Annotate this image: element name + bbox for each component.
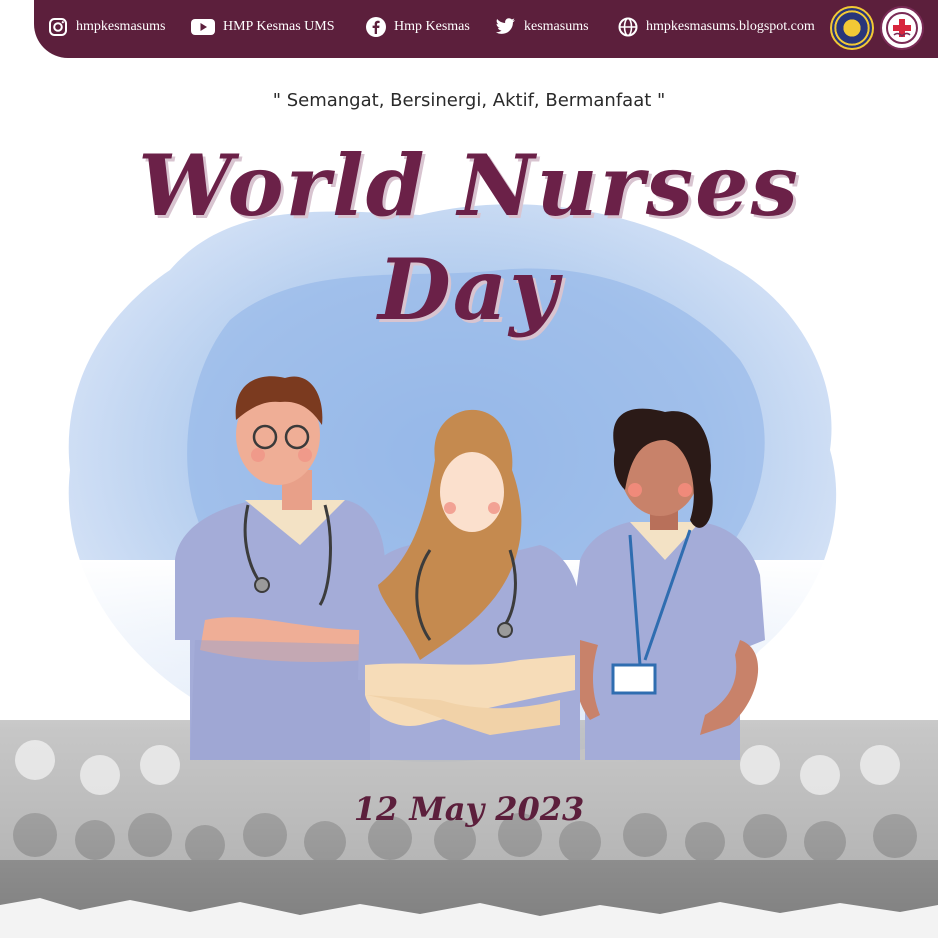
instagram-link[interactable]: hmpkesmasums: [48, 15, 165, 39]
instagram-handle: hmpkesmasums: [76, 19, 166, 34]
globe-icon: [618, 17, 638, 37]
twitter-link[interactable]: kesmasums: [494, 15, 589, 39]
facebook-page: Hmp Kesmas: [394, 19, 470, 34]
instagram-icon: [49, 18, 67, 36]
university-seal-logo: [830, 6, 874, 50]
twitter-icon: [495, 18, 515, 34]
organization-logo: [880, 6, 924, 50]
tagline: " Semangat, Bersinergi, Aktif, Bermanfaa…: [272, 90, 666, 111]
website-url: hmpkesmasums.blogspot.com: [646, 19, 815, 34]
event-date: 12 May 2023: [353, 790, 585, 828]
facebook-icon: [366, 17, 386, 37]
title-line-1: World Nurses: [138, 136, 800, 235]
youtube-channel: HMP Kesmas UMS: [223, 19, 335, 34]
title-line-2: Day: [377, 240, 561, 339]
youtube-link[interactable]: HMP Kesmas UMS: [191, 15, 335, 39]
youtube-icon: [191, 19, 215, 35]
facebook-link[interactable]: Hmp Kesmas: [366, 15, 470, 39]
website-link[interactable]: hmpkesmasums.blogspot.com: [618, 15, 815, 39]
twitter-handle: kesmasums: [524, 19, 589, 34]
